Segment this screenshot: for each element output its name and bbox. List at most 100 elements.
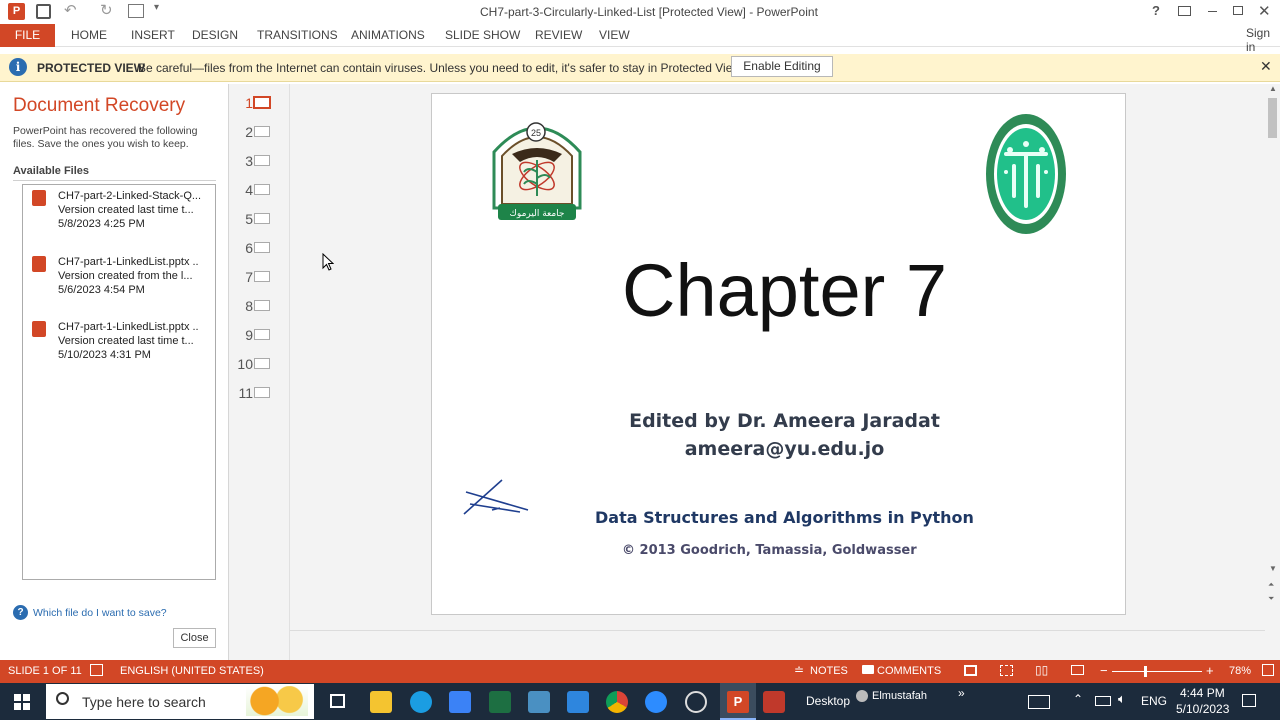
zoom-app-icon[interactable] [645, 691, 667, 713]
notes-icon[interactable]: ≐ [794, 663, 804, 677]
notification-center-icon[interactable] [1242, 694, 1256, 707]
close-protected-bar-icon[interactable]: ✕ [1260, 58, 1272, 75]
thumbnail-number[interactable]: 6 [233, 240, 253, 256]
thumbnail-1[interactable]: 1 [229, 84, 289, 114]
keyboard-icon[interactable] [1028, 695, 1050, 709]
next-slide-icon[interactable]: ⏷ [1268, 594, 1274, 604]
thumbnail-number[interactable]: 8 [233, 298, 253, 314]
tab-transitions[interactable]: TRANSITIONS [257, 28, 338, 42]
tab-view[interactable]: VIEW [599, 28, 630, 42]
vertical-scrollbar[interactable]: ▲ ▼ ⏶ ⏷ [1265, 84, 1280, 608]
close-window-icon[interactable]: ✕ [1258, 2, 1271, 20]
restore-icon[interactable] [1233, 6, 1243, 15]
window-title: CH7-part-3-Circularly-Linked-List [Prote… [480, 5, 818, 19]
thumbnail-number[interactable]: 4 [233, 182, 253, 198]
thumbnail-number[interactable]: 2 [233, 124, 253, 140]
zoom-slider-thumb[interactable] [1144, 666, 1147, 677]
normal-view-icon[interactable] [964, 665, 977, 676]
thumbnail-image[interactable] [254, 387, 270, 398]
network-icon[interactable] [528, 691, 550, 713]
thumbnail-number[interactable]: 3 [233, 153, 253, 169]
slide-email: ameera@yu.edu.jo [684, 438, 885, 460]
slide-canvas[interactable]: 25 جامعة اليرموك Chapter 7 Edited by Dr.… [431, 93, 1126, 615]
help-icon[interactable]: ? [1152, 3, 1160, 18]
clock-time[interactable]: 4:44 PM [1180, 686, 1225, 700]
fit-slide-icon[interactable] [1262, 664, 1274, 676]
thumbnail-number[interactable]: 10 [233, 356, 253, 372]
volume-icon[interactable]: 🔈︎ [1118, 691, 1126, 707]
thumbnail-image[interactable] [254, 155, 270, 166]
chrome-icon[interactable] [606, 691, 628, 713]
scroll-down-icon[interactable]: ▼ [1269, 564, 1277, 573]
pptx-file-icon [32, 321, 46, 337]
tab-insert[interactable]: INSERT [131, 28, 175, 42]
save-icon[interactable] [36, 4, 51, 19]
thumbnail-number[interactable]: 5 [233, 211, 253, 227]
slideshow-view-icon[interactable] [1071, 665, 1084, 675]
file-name: CH7-part-1-LinkedList.pptx .. [58, 321, 199, 333]
which-file-help-link[interactable]: Which file do I want to save? [33, 607, 167, 619]
mail-icon[interactable] [567, 691, 589, 713]
edge-icon[interactable] [410, 691, 432, 713]
notes-button[interactable]: NOTES [810, 665, 848, 677]
excel-icon[interactable] [489, 691, 511, 713]
list-item[interactable]: CH7-part-2-Linked-Stack-Q... Version cre… [58, 189, 201, 231]
file-explorer-icon[interactable] [370, 691, 392, 713]
list-item[interactable]: CH7-part-1-LinkedList.pptx .. Version cr… [58, 255, 199, 297]
acrobat-icon[interactable] [763, 691, 785, 713]
recovery-close-button[interactable]: Close [173, 628, 216, 648]
comments-icon[interactable] [862, 665, 874, 674]
previous-slide-icon[interactable]: ⏶ [1268, 580, 1274, 590]
scroll-up-icon[interactable]: ▲ [1269, 84, 1277, 93]
sign-in-link[interactable]: Sign in [1246, 26, 1280, 54]
thumbnail-number[interactable]: 11 [233, 385, 253, 401]
tab-review[interactable]: REVIEW [535, 28, 582, 42]
settings-app-icon[interactable] [685, 691, 707, 713]
reading-view-icon[interactable]: ▯▯ [1035, 663, 1048, 677]
powerpoint-taskbar-icon[interactable]: P [720, 683, 756, 720]
desktop-toolbar[interactable]: Desktop [806, 694, 850, 708]
tab-file[interactable]: FILE [0, 24, 55, 47]
zoom-slider[interactable] [1112, 666, 1202, 677]
user-toolbar[interactable]: Elmustafah [872, 690, 927, 702]
thumbnail-image[interactable] [254, 126, 270, 137]
tab-home[interactable]: HOME [71, 28, 107, 42]
battery-icon[interactable] [1095, 696, 1111, 706]
ribbon-display-options-icon[interactable] [1178, 6, 1191, 16]
list-item[interactable]: CH7-part-1-LinkedList.pptx .. Version cr… [58, 320, 199, 362]
spelling-icon[interactable] [90, 664, 103, 676]
search-box[interactable]: Type here to search [46, 684, 314, 719]
minimize-icon[interactable] [1208, 11, 1217, 12]
toolbar-expand-icon[interactable]: » [958, 686, 965, 700]
thumbnail-image[interactable] [254, 300, 270, 311]
scrollbar-thumb[interactable] [1268, 98, 1277, 138]
language-indicator[interactable]: ENGLISH (UNITED STATES) [120, 665, 264, 677]
task-view-icon[interactable] [330, 694, 345, 708]
zoom-out-icon[interactable]: − [1100, 663, 1108, 678]
zoom-in-icon[interactable]: + [1206, 663, 1214, 678]
show-hidden-icons[interactable]: ⌃ [1073, 692, 1083, 706]
comments-button[interactable]: COMMENTS [877, 665, 941, 677]
thumbnail-number[interactable]: 7 [233, 269, 253, 285]
slide-sorter-icon[interactable] [1000, 665, 1013, 676]
thumbnail-image[interactable] [254, 213, 270, 224]
thumbnail-image[interactable] [254, 271, 270, 282]
tab-design[interactable]: DESIGN [192, 28, 238, 42]
microsoft-store-icon[interactable] [449, 691, 471, 713]
start-from-beginning-icon[interactable] [128, 4, 144, 18]
thumbnail-image[interactable] [254, 358, 270, 369]
windows-start-icon[interactable] [14, 694, 30, 710]
redo-icon[interactable]: ↻ [100, 1, 113, 19]
thumbnail-image[interactable] [254, 184, 270, 195]
input-language[interactable]: ENG [1141, 694, 1167, 708]
customize-quick-access-icon[interactable]: ▾ [154, 2, 159, 13]
clock-date[interactable]: 5/10/2023 [1176, 702, 1229, 716]
tab-animations[interactable]: ANIMATIONS [351, 28, 425, 42]
zoom-level[interactable]: 78% [1229, 665, 1251, 677]
thumbnail-image[interactable] [254, 329, 270, 340]
tab-slide-show[interactable]: SLIDE SHOW [445, 28, 520, 42]
thumbnail-number[interactable]: 9 [233, 327, 253, 343]
undo-icon[interactable]: ↶ [64, 1, 77, 19]
thumbnail-image[interactable] [254, 242, 270, 253]
enable-editing-button[interactable]: Enable Editing [731, 56, 833, 77]
